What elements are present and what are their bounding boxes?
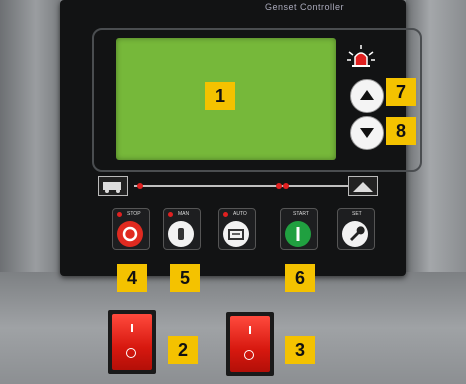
arrow-down-icon: [360, 128, 374, 138]
callout-6: 6: [285, 264, 315, 292]
callout-3: 3: [285, 336, 315, 364]
rocker-switch-1[interactable]: [108, 310, 156, 374]
hand-icon: [168, 221, 194, 247]
up-button[interactable]: [350, 79, 384, 113]
stop-key[interactable]: STOP: [112, 208, 150, 250]
manual-label: MAN: [178, 211, 190, 217]
stop-icon: [117, 221, 143, 247]
callout-5: 5: [170, 264, 200, 292]
stop-label: STOP: [127, 211, 141, 217]
start-icon: [285, 221, 311, 247]
manual-key[interactable]: MAN: [163, 208, 201, 250]
arrow-up-icon: [360, 90, 374, 100]
rocker-switch-2-face: [230, 316, 270, 372]
on-mark-icon: [249, 326, 251, 334]
status-led-breaker: [276, 183, 282, 189]
callout-7: 7: [386, 78, 416, 106]
start-key[interactable]: START: [280, 208, 318, 250]
status-line: [134, 185, 350, 187]
callout-8: 8: [386, 117, 416, 145]
start-label: START: [293, 211, 309, 217]
status-led-gen: [137, 183, 143, 189]
alarm-icon: [347, 45, 375, 67]
down-button[interactable]: [350, 116, 384, 150]
callout-1: 1: [205, 82, 235, 110]
manual-led: [168, 212, 173, 217]
status-led-breaker-2: [283, 183, 289, 189]
callout-2: 2: [168, 336, 198, 364]
off-mark-icon: [244, 350, 254, 360]
brand-text: Genset Controller: [265, 2, 345, 12]
auto-led: [223, 212, 228, 217]
rocker-switch-2[interactable]: [226, 312, 274, 376]
on-mark-icon: [131, 324, 133, 332]
rocker-switch-1-face: [112, 314, 152, 370]
wrench-icon: [342, 221, 368, 247]
off-mark-icon: [126, 348, 136, 358]
auto-key[interactable]: AUTO: [218, 208, 256, 250]
set-label: SET: [352, 211, 362, 217]
stop-led: [117, 212, 122, 217]
auto-icon: [223, 221, 249, 247]
load-icon: [348, 176, 378, 196]
set-key[interactable]: SET: [337, 208, 375, 250]
generator-icon: [98, 176, 128, 196]
auto-label: AUTO: [233, 211, 247, 217]
callout-4: 4: [117, 264, 147, 292]
